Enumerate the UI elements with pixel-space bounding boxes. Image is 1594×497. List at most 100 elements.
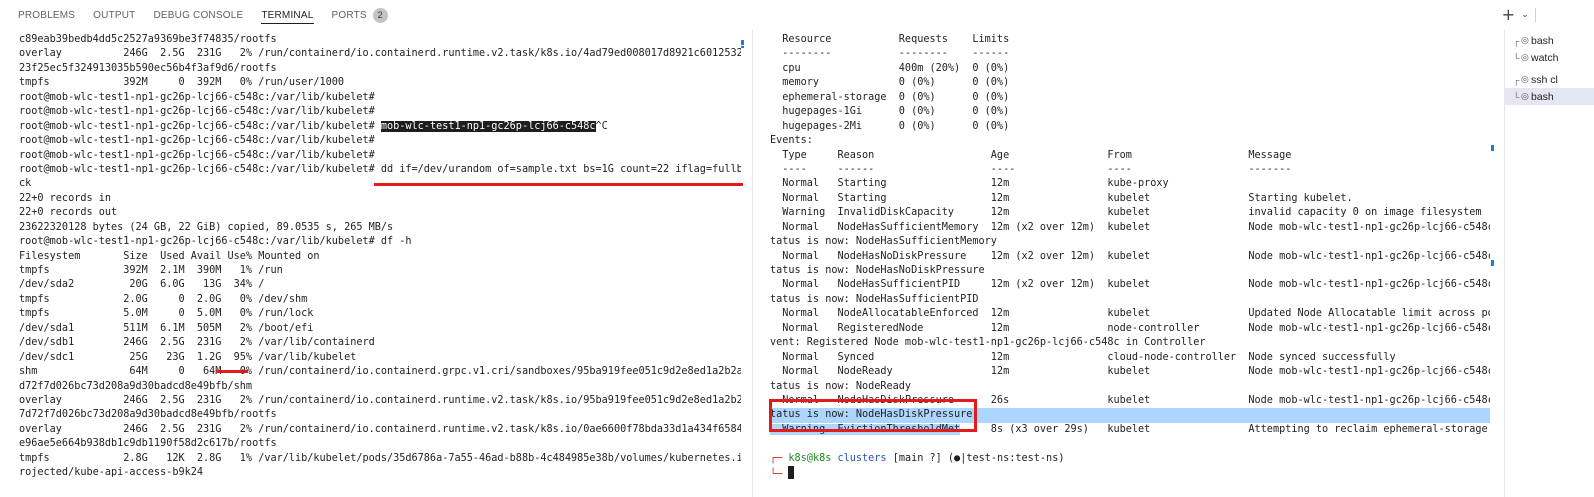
split-connector-icon: ┌ xyxy=(1513,74,1520,85)
terminal-line: root@mob-wlc-test1-np1-gc26p-lcj66-c548c… xyxy=(19,135,375,147)
tab-terminal[interactable]: TERMINAL xyxy=(252,0,322,30)
terminal-icon: ◎ xyxy=(1521,91,1529,101)
terminal-line: Normal NodeHasNoDiskPressure 12m (x2 ove… xyxy=(770,250,1490,262)
terminal-line: hugepages-2Mi 0 (0%) 0 (0%) xyxy=(770,120,1010,132)
toolbar-separator xyxy=(1535,7,1536,22)
terminal-line: root@mob-wlc-test1-np1-gc26p-lcj66-c548c… xyxy=(19,163,741,175)
terminal-line: ---- ------ ---- ---- ------- xyxy=(770,163,1292,175)
terminal-line: e96ae5e664b938db1c9db1190f58d2c617b/root… xyxy=(19,438,277,450)
terminal-icon: ◎ xyxy=(1521,35,1529,45)
terminal-line: root@mob-wlc-test1-np1-gc26p-lcj66-c548c… xyxy=(19,236,412,248)
scrollbar-marker xyxy=(1491,145,1494,151)
split-connector-icon: └ xyxy=(1513,52,1520,63)
terminal-line: 22+0 records in xyxy=(19,192,112,204)
terminal-line: Normal NodeHasSufficientMemory 12m (x2 o… xyxy=(770,221,1490,233)
terminal-line: /dev/sdc1 25G 23G 1.2G 95% /var/lib/kube… xyxy=(19,351,357,363)
tab-ports[interactable]: PORTS 2 xyxy=(323,0,397,30)
ports-count-badge: 2 xyxy=(372,7,388,23)
terminal-line: overlay 246G 2.5G 231G 2% /run/container… xyxy=(19,423,741,435)
terminal-line: tmpfs 392M 0 392M 0% /run/user/1000 xyxy=(19,77,345,89)
terminal-line: 7d72f7d026bc73d208a9d30badcd8e49bfb/root… xyxy=(19,409,277,421)
terminal-line: c89eab39bedb4dd5c2527a9369be3f74835/root… xyxy=(19,34,277,45)
terminal-list-item-bash-active[interactable]: └ ◎ bash xyxy=(1505,88,1594,105)
terminal-line: tmpfs 2.0G 0 2.0G 0% /dev/shm xyxy=(19,293,308,305)
shell-input-line[interactable]: └─ xyxy=(770,466,1490,480)
tab-label: OUTPUT xyxy=(93,9,136,21)
terminal-line: root@mob-wlc-test1-np1-gc26p-lcj66-c548c… xyxy=(19,91,375,103)
terminal-line: tatus is now: NodeHasNoDiskPressure xyxy=(770,265,985,276)
terminal-line: d72f7d026bc73d208a9d30badcd8e49bfb/shm xyxy=(19,380,253,392)
terminal-line: hugepages-1Gi 0 (0%) 0 (0%) xyxy=(770,106,1010,118)
terminal-line: tmpfs 392M 2.1M 390M 1% /run xyxy=(19,265,283,276)
terminal-pane-left[interactable]: c89eab39bedb4dd5c2527a9369be3f74835/root… xyxy=(19,33,741,495)
terminal-cursor xyxy=(788,466,795,480)
terminal-line: root@mob-wlc-test1-np1-gc26p-lcj66-c548c… xyxy=(19,120,608,132)
terminal-line: Normal NodeHasSufficientPID 12m (x2 over… xyxy=(770,279,1490,291)
split-connector-icon: └ xyxy=(1513,91,1520,102)
terminal-line: Normal Synced 12m cloud-node-controller … xyxy=(770,351,1396,363)
terminal-actions: + ⌄ xyxy=(1502,5,1536,24)
terminal-line: tmpfs 2.8G 12K 2.8G 1% /var/lib/kubelet/… xyxy=(19,452,741,464)
terminal-list-label: watch xyxy=(1531,51,1559,64)
prompt-user: k8s@k8s xyxy=(788,452,832,464)
scrollbar-marker xyxy=(741,46,744,48)
shell-prompt: ┌─ k8s@k8s clusters [main ?] (●|test-ns:… xyxy=(770,452,1490,466)
terminal-line: 23622320128 bytes (24 GB, 22 GiB) copied… xyxy=(19,221,394,233)
terminal-line: vent: Registered Node mob-wlc-test1-np1-… xyxy=(770,337,1206,349)
terminal-list-item-ssh[interactable]: ┌ ◎ ssh cl xyxy=(1505,71,1594,88)
terminal-line: /dev/sdb1 246G 2.5G 231G 2% /var/lib/con… xyxy=(19,337,375,349)
terminal-list-label: ssh cl xyxy=(1531,73,1558,86)
terminal-line: 22+0 records out xyxy=(19,207,118,219)
terminal-line: tmpfs 5.0M 0 5.0M 0% /run/lock xyxy=(19,308,314,320)
pane-divider[interactable] xyxy=(752,30,753,497)
terminal-line: memory 0 (0%) 0 (0%) xyxy=(770,77,1010,89)
terminal-line: Normal NodeAllocatableEnforced 12m kubel… xyxy=(770,308,1490,320)
terminal-line: tatus is now: NodeHasSufficientMemory xyxy=(770,236,997,248)
chevron-down-icon[interactable]: ⌄ xyxy=(1521,10,1529,20)
terminal-line: cpu 400m (20%) 0 (0%) xyxy=(770,62,1010,74)
terminal-line: overlay 246G 2.5G 231G 2% /run/container… xyxy=(19,48,741,60)
terminal-line: Type Reason Age From Message xyxy=(770,149,1292,161)
scrollbar-marker xyxy=(741,40,744,45)
tab-label: PROBLEMS xyxy=(18,9,76,21)
terminal-line: Filesystem Size Used Avail Use% Mounted … xyxy=(19,250,320,262)
new-terminal-plus-icon[interactable]: + xyxy=(1502,5,1516,24)
terminal-line: root@mob-wlc-test1-np1-gc26p-lcj66-c548c… xyxy=(19,149,375,161)
prompt-git-branch: [main ?] xyxy=(892,452,942,464)
tab-label: PORTS xyxy=(331,9,367,21)
scrollbar-marker xyxy=(1491,260,1494,266)
prompt-k8s-context: (●|test-ns:test-ns) xyxy=(947,452,1065,464)
terminal-line: shm 64M 0 64M 0% /run/containerd/io.cont… xyxy=(19,366,741,378)
tab-label: TERMINAL xyxy=(261,9,314,21)
terminal-line: 23f25ec5f324913035b590ec56b4f3af9d6/root… xyxy=(19,62,277,74)
tab-debug-console[interactable]: DEBUG CONSOLE xyxy=(144,0,252,30)
terminal-line: overlay 246G 2.5G 231G 2% /run/container… xyxy=(19,394,741,406)
tab-output[interactable]: OUTPUT xyxy=(84,0,144,30)
prompt-arrow-icon: └─ xyxy=(770,469,789,481)
terminal-line: Normal RegisteredNode 12m node-controlle… xyxy=(770,322,1490,334)
terminal-list-sidebar: ┌ ◎ bash └ ◎ watch ┌ ◎ ssh cl └ ◎ bash xyxy=(1504,30,1594,497)
terminal-line: /dev/sda2 20G 6.0G 13G 34% / xyxy=(19,279,265,291)
annotation-underline-dd-command xyxy=(374,183,743,186)
terminal-line: tatus is now: NodeReady xyxy=(770,380,912,392)
panel-tab-bar: PROBLEMS OUTPUT DEBUG CONSOLE TERMINAL P… xyxy=(0,0,1594,30)
terminal-line: tatus is now: NodeHasSufficientPID xyxy=(770,293,979,305)
terminal-line: Resource Requests Limits xyxy=(770,34,1010,45)
terminal-icon: ◎ xyxy=(1521,74,1529,84)
terminal-line: root@mob-wlc-test1-np1-gc26p-lcj66-c548c… xyxy=(19,106,375,118)
tab-problems[interactable]: PROBLEMS xyxy=(0,0,84,30)
terminal-list-label: bash xyxy=(1531,90,1554,103)
terminal-list-item-watch[interactable]: └ ◎ watch xyxy=(1505,49,1594,66)
prompt-directory: clusters xyxy=(837,452,887,464)
terminal-line: Normal Starting 12m kubelet Starting kub… xyxy=(770,192,1353,204)
prompt-arrow-icon: ┌─ xyxy=(770,452,789,464)
terminal-line: Normal Starting 12m kube-proxy xyxy=(770,178,1169,190)
terminal-list-item-bash[interactable]: ┌ ◎ bash xyxy=(1505,32,1594,49)
terminal-line: -------- -------- ------ xyxy=(770,48,1010,60)
terminal-line: /dev/sda1 511M 6.1M 505M 2% /boot/efi xyxy=(19,322,314,334)
terminal-line: rojected/kube-api-access-b9k24 xyxy=(19,467,204,479)
terminal-icon: ◎ xyxy=(1521,52,1529,62)
terminal-line: Normal NodeReady 12m kubelet Node mob-wl… xyxy=(770,366,1490,378)
terminal-line: Events: xyxy=(770,135,813,147)
